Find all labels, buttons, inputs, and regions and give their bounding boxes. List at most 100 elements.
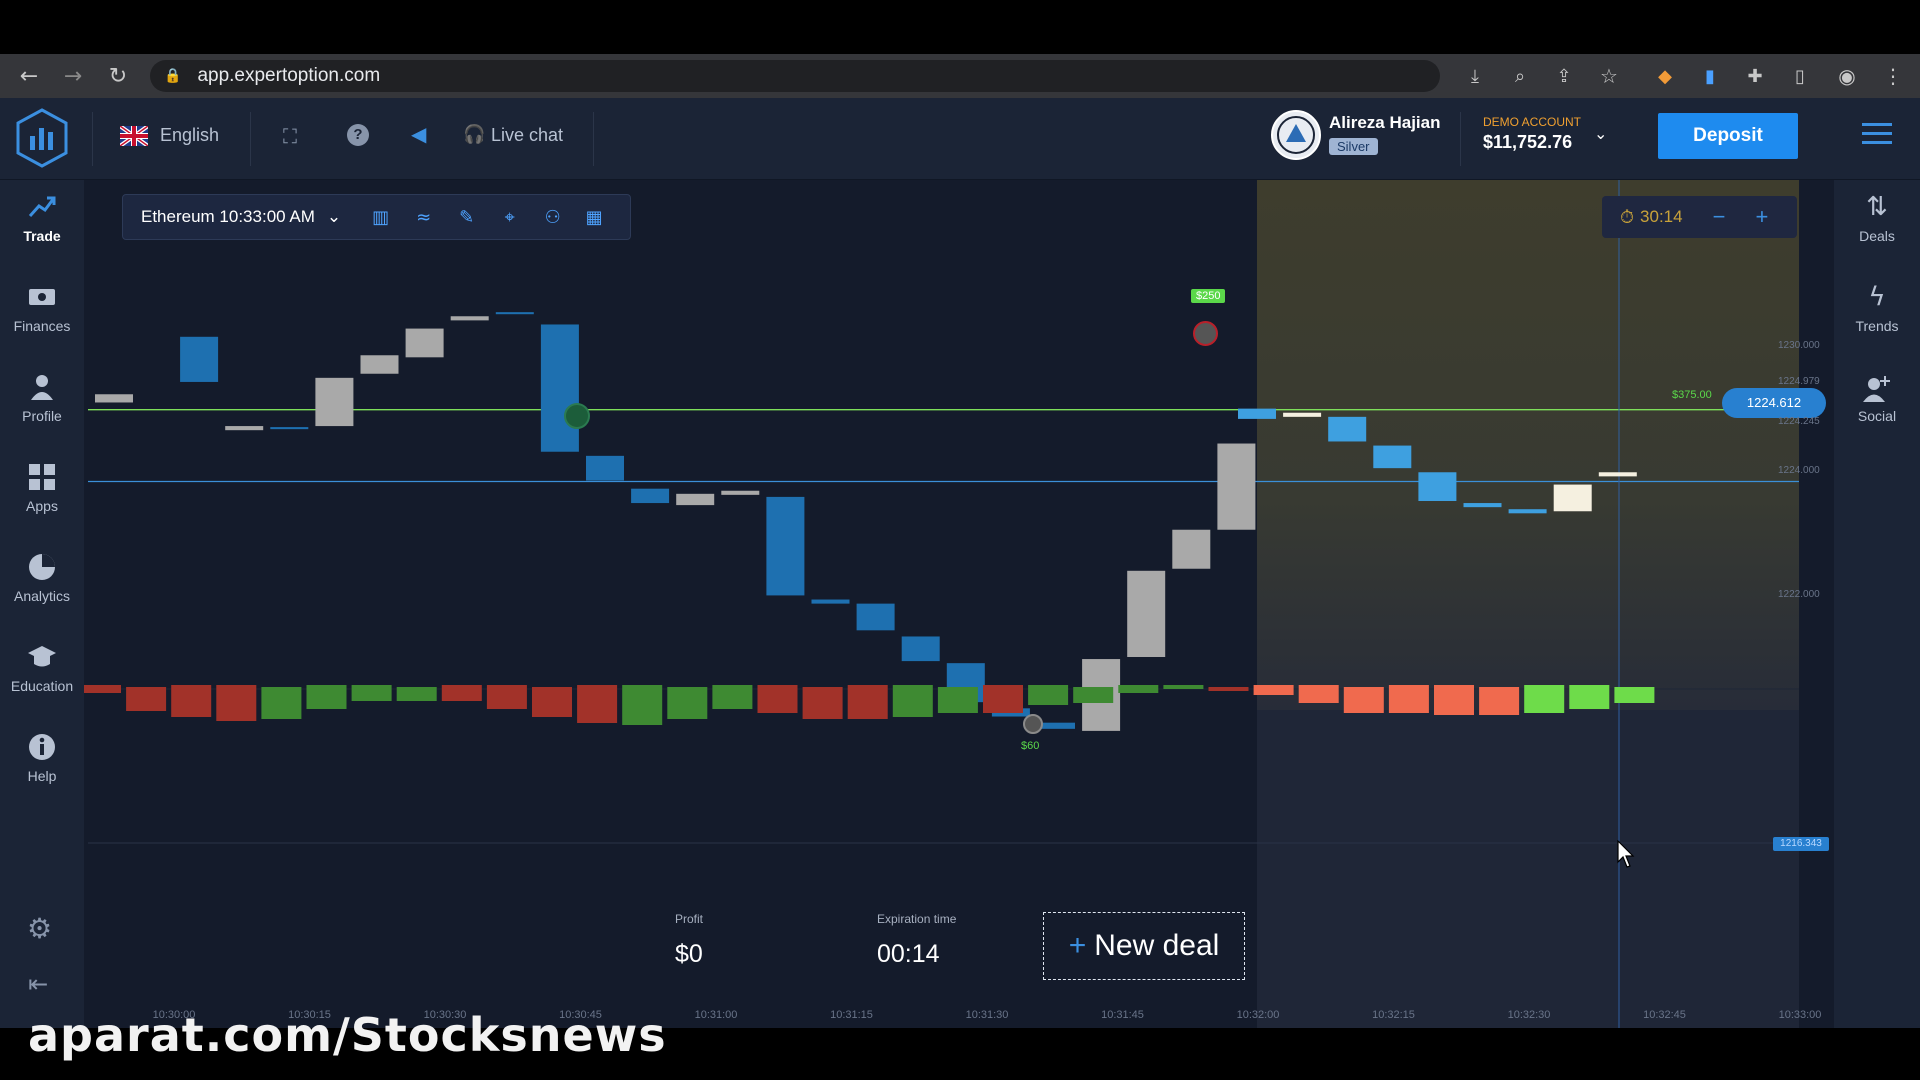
- sidebar-item-deals[interactable]: ⇅ Deals: [1834, 192, 1920, 244]
- settings-gear-icon[interactable]: ⚙: [27, 912, 52, 945]
- candles-type-icon[interactable]: ▥: [359, 194, 402, 240]
- payout-up-label: $375.00: [1672, 389, 1712, 401]
- fullscreen-icon[interactable]: ⛶: [283, 124, 297, 148]
- user-name[interactable]: Alireza Hajian: [1329, 113, 1441, 133]
- histogram-bar: [577, 685, 618, 723]
- future-candle: [1463, 503, 1502, 508]
- user-avatar[interactable]: [1271, 110, 1321, 160]
- forward-icon[interactable]: →: [58, 61, 88, 91]
- layout-grid-icon[interactable]: ▦: [574, 194, 614, 240]
- social-trading-icon[interactable]: ⚇: [531, 194, 574, 240]
- histogram-bar: [757, 685, 798, 713]
- help-question-icon[interactable]: ?: [347, 124, 369, 146]
- candle: [95, 394, 133, 403]
- profile-avatar-icon[interactable]: ◉: [1832, 61, 1862, 91]
- extensions-puzzle-icon[interactable]: ✚: [1740, 61, 1770, 91]
- side-panel-icon[interactable]: ▯: [1785, 61, 1815, 91]
- sidebar-item-education[interactable]: Education: [0, 642, 84, 694]
- address-bar[interactable]: 🔒 app.expertoption.com: [150, 60, 1440, 92]
- lower-deal-amount: $60: [1021, 740, 1040, 752]
- candle: [631, 488, 670, 504]
- sidebar-item-apps[interactable]: Apps: [0, 462, 84, 514]
- swap-icon: ⇅: [1866, 192, 1888, 222]
- sidebar-label-deals: Deals: [1859, 228, 1895, 244]
- future-candle: [1328, 416, 1367, 442]
- browser-menu-icon[interactable]: ⋮: [1878, 61, 1908, 91]
- new-deal-button[interactable]: + New deal: [1043, 912, 1245, 980]
- hamburger-menu-icon[interactable]: [1862, 123, 1892, 145]
- user-level-badge: Silver: [1329, 138, 1378, 155]
- histogram-bar: [532, 687, 572, 717]
- histogram-bar: [84, 685, 121, 693]
- shield-extension-icon[interactable]: ▮: [1695, 61, 1725, 91]
- install-icon[interactable]: ⤓: [1460, 61, 1490, 91]
- future-candle: [1598, 472, 1637, 477]
- indicator-value-tag: 1216.343: [1773, 837, 1829, 851]
- metamask-extension-icon[interactable]: ◆: [1650, 61, 1680, 91]
- expertoption-logo-icon[interactable]: [16, 108, 68, 168]
- candle: [721, 490, 760, 495]
- histogram-bar: [1524, 685, 1565, 713]
- account-dropdown-chevron-icon[interactable]: ⌄: [1594, 124, 1607, 143]
- sidebar-item-trends[interactable]: ϟ Trends: [1834, 282, 1920, 334]
- y-tick: 1224.979: [1778, 376, 1820, 387]
- back-icon[interactable]: ←: [14, 61, 44, 91]
- histogram-bar: [1434, 685, 1474, 715]
- draw-pencil-icon[interactable]: ✎: [445, 194, 488, 240]
- asset-selector[interactable]: Ethereum 10:33:00 AM ⌄: [123, 194, 359, 240]
- indicators-icon[interactable]: ≈: [402, 194, 445, 240]
- current-price-tag: 1224.612: [1722, 388, 1826, 418]
- sidebar-item-help[interactable]: Help: [0, 732, 84, 784]
- live-chat-link[interactable]: Live chat: [491, 125, 563, 146]
- sidebar-item-social[interactable]: Social: [1834, 372, 1920, 424]
- candle: [856, 603, 895, 631]
- reload-icon[interactable]: ↻: [103, 61, 133, 91]
- chart-toolbar: Ethereum 10:33:00 AM ⌄ ▥ ≈ ✎ ⌖ ⚇ ▦: [122, 194, 631, 240]
- sidebar-item-trade[interactable]: Trade: [0, 192, 84, 244]
- candle: [180, 336, 219, 382]
- account-balance[interactable]: $11,752.76: [1483, 132, 1572, 153]
- language-selector[interactable]: English: [160, 125, 219, 146]
- upper-deal-amount[interactable]: $250: [1191, 289, 1226, 303]
- share-icon[interactable]: ⇪: [1549, 61, 1579, 91]
- sidebar-item-profile[interactable]: Profile: [0, 372, 84, 424]
- price-chart[interactable]: [84, 180, 1834, 1028]
- sidebar-label-social: Social: [1857, 408, 1897, 424]
- candle: [811, 599, 850, 604]
- new-deal-label: New deal: [1094, 929, 1220, 962]
- histogram-bar: [396, 687, 437, 701]
- future-candle: [1553, 484, 1592, 512]
- histogram-bar: [1614, 687, 1655, 703]
- zoom-icon[interactable]: ⌕: [1505, 61, 1535, 91]
- deal-marker-up-icon[interactable]: [1023, 714, 1043, 734]
- timer-plus-button[interactable]: +: [1755, 204, 1768, 230]
- histogram-bar: [1343, 687, 1384, 713]
- crosshair-icon[interactable]: ⌖: [488, 194, 531, 240]
- timer-value: 30:14: [1640, 207, 1683, 226]
- candle: [405, 328, 444, 358]
- deposit-button[interactable]: Deposit: [1658, 113, 1798, 159]
- candle: [360, 355, 399, 374]
- histogram-bar: [622, 685, 663, 725]
- y-tick: 1224.245: [1778, 416, 1820, 427]
- histogram-bar: [171, 685, 212, 717]
- future-candle: [1418, 472, 1457, 501]
- histogram-bar: [1569, 685, 1610, 709]
- candle: [270, 427, 309, 430]
- histogram-bar: [1073, 687, 1114, 703]
- deal-marker-icon[interactable]: [564, 403, 590, 429]
- mouse-cursor-icon: [1617, 840, 1635, 868]
- sound-icon[interactable]: ◀: [411, 122, 426, 146]
- timer-minus-button[interactable]: −: [1713, 204, 1726, 230]
- histogram-bar: [1479, 687, 1520, 715]
- deal-marker-down-icon[interactable]: [1193, 321, 1218, 346]
- logout-icon[interactable]: ⇤: [28, 970, 48, 998]
- sidebar-item-finances[interactable]: Finances: [0, 282, 84, 334]
- candle: [495, 312, 534, 315]
- sidebar-item-analytics[interactable]: Analytics: [0, 552, 84, 604]
- histogram-bar: [983, 685, 1023, 713]
- uk-flag-icon: [118, 124, 150, 148]
- expiration-value: 00:14: [877, 940, 940, 968]
- bookmark-star-icon[interactable]: ☆: [1594, 61, 1624, 91]
- chevron-down-icon: ⌄: [326, 207, 342, 227]
